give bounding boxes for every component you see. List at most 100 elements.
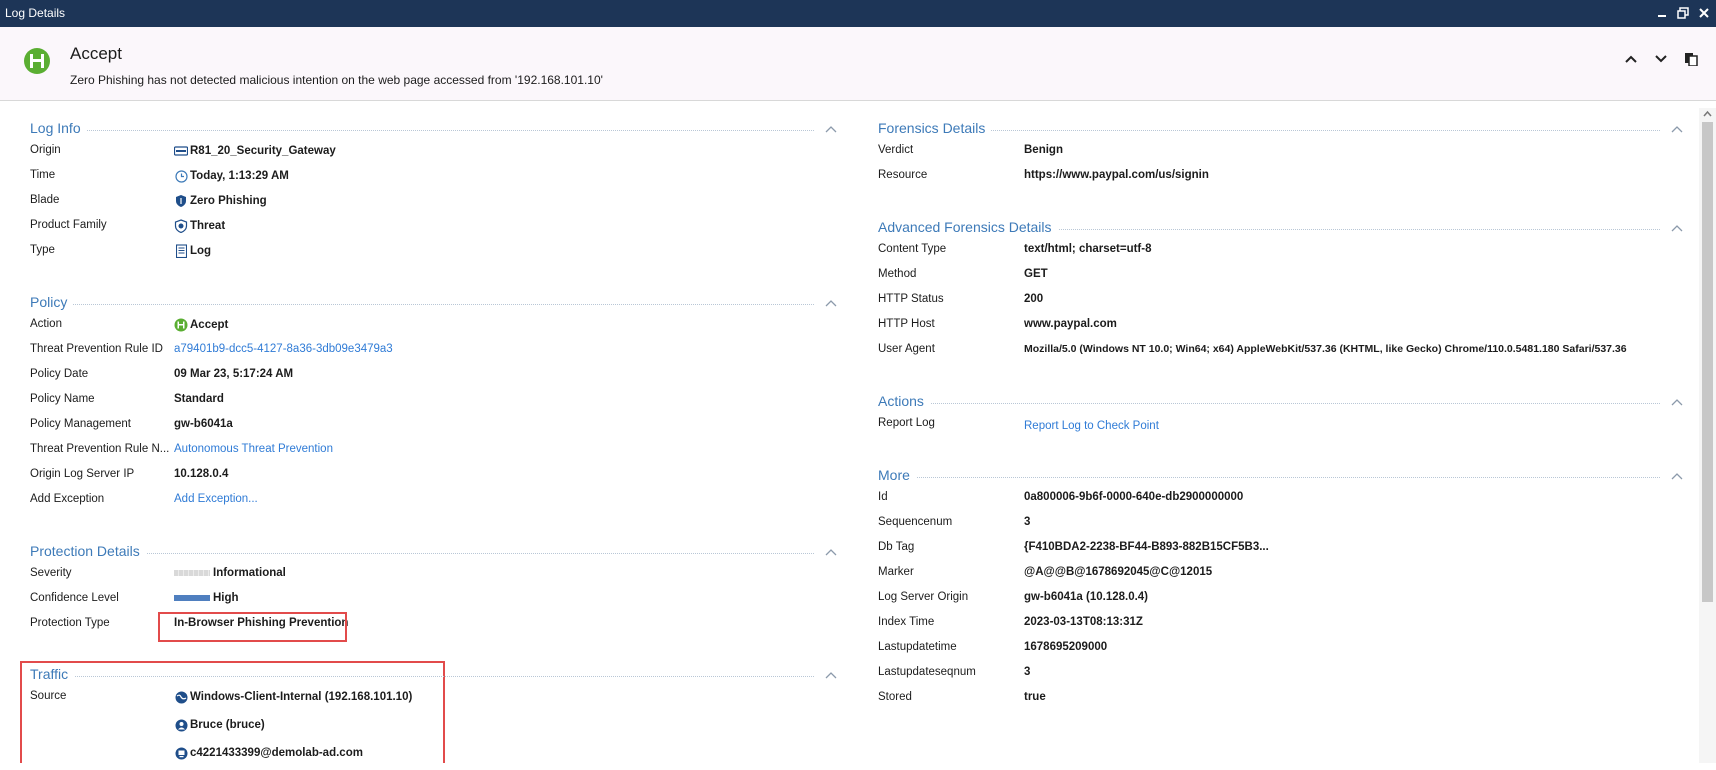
policy-section: Policy Action Accept Threat Prevention R…	[30, 294, 838, 514]
close-button[interactable]	[1694, 3, 1714, 23]
detail-row-policy-name: Policy Name Standard	[30, 393, 224, 405]
window-title: Log Details	[5, 6, 66, 20]
detail-row-lastupdateseqnum: Lastupdateseqnum 3	[878, 666, 1031, 678]
detail-row-id: Id 0a800006-9b6f-0000-640e-db2900000000	[878, 491, 1244, 503]
detail-row-rule-name: Threat Prevention Rule N... Autonomous T…	[30, 443, 333, 455]
chevron-down-icon	[1655, 55, 1667, 63]
copy-icon	[1685, 53, 1698, 66]
vertical-scrollbar[interactable]	[1699, 108, 1716, 763]
section-header: Policy	[30, 294, 838, 314]
restore-button[interactable]	[1673, 3, 1693, 23]
log-info-section: Log Info Origin R81_20_Security_Gateway …	[30, 120, 838, 265]
detail-row-rule-id: Threat Prevention Rule ID a79401b9-dcc5-…	[30, 343, 393, 355]
more-section: More Id 0a800006-9b6f-0000-640e-db290000…	[878, 467, 1684, 712]
next-log-button[interactable]	[1650, 48, 1672, 70]
detail-row-stored: Stored true	[878, 691, 1046, 703]
collapse-button[interactable]	[824, 668, 838, 682]
section-header: Advanced Forensics Details	[878, 219, 1684, 239]
confidence-bar	[174, 595, 210, 601]
action-title: Accept	[70, 44, 122, 63]
collapse-button[interactable]	[1670, 122, 1684, 136]
accept-icon	[174, 318, 188, 332]
advanced-forensics-section: Advanced Forensics Details Content Type …	[878, 219, 1684, 364]
section-header: Protection Details	[30, 543, 838, 563]
collapse-button[interactable]	[1670, 469, 1684, 483]
copy-button[interactable]	[1680, 48, 1702, 70]
detail-row-product-family: Product Family Threat	[30, 219, 226, 233]
report-log-link[interactable]: Report Log to Check Point	[1024, 420, 1159, 432]
detail-row-db-tag: Db Tag {F410BDA2-2238-BF44-B893-882B15CF…	[878, 541, 1269, 553]
detail-row-marker: Marker @A@@B@1678692045@C@12015	[878, 566, 1213, 578]
detail-row-origin: Origin R81_20_Security_Gateway	[30, 144, 336, 158]
collapse-button[interactable]	[824, 545, 838, 559]
minimize-button[interactable]	[1652, 3, 1672, 23]
action-description: Zero Phishing has not detected malicious…	[70, 73, 603, 87]
section-header: Log Info	[30, 120, 838, 140]
chevron-up-icon	[825, 126, 837, 133]
detail-row-http-status: HTTP Status 200	[878, 293, 1044, 305]
detail-row-blade: Blade Zero Phishing	[30, 194, 267, 208]
gateway-icon	[174, 144, 188, 158]
section-title: More	[878, 467, 916, 483]
chevron-up-icon	[825, 672, 837, 679]
collapse-button[interactable]	[1670, 395, 1684, 409]
detail-row-protection-type: Protection Type In-Browser Phishing Prev…	[30, 617, 349, 629]
actions-section: Actions Report Log Report Log to Check P…	[878, 393, 1684, 438]
detail-row-content-type: Content Type text/html; charset=utf-8	[878, 243, 1152, 255]
chevron-up-icon	[1671, 225, 1683, 232]
scrollbar-thumb[interactable]	[1702, 122, 1713, 602]
close-icon	[1699, 8, 1709, 18]
detail-row-log-server-origin: Log Server Origin gw-b6041a (10.128.0.4)	[878, 591, 1149, 603]
section-title: Traffic	[30, 666, 75, 682]
log-header: Accept Zero Phishing has not detected ma…	[0, 27, 1716, 101]
protection-details-section: Protection Details Severity Informationa…	[30, 543, 838, 638]
detail-row-sequencenum: Sequencenum 3	[878, 516, 1031, 528]
collapse-button[interactable]	[824, 296, 838, 310]
shield-icon	[174, 194, 188, 208]
detail-row-type: Type Log	[30, 244, 212, 258]
forensics-details-section: Forensics Details Verdict Benign Resourc…	[878, 120, 1684, 190]
rule-id-link[interactable]: a79401b9-dcc5-4127-8a36-3db09e3479a3	[174, 343, 393, 355]
detail-row-verdict: Verdict Benign	[878, 144, 1063, 156]
add-exception-link[interactable]: Add Exception...	[174, 493, 258, 505]
collapse-button[interactable]	[1670, 221, 1684, 235]
chevron-up-icon	[1671, 126, 1683, 133]
detail-row-policy-date: Policy Date 09 Mar 23, 5:17:24 AM	[30, 368, 294, 380]
clock-icon	[174, 169, 188, 183]
detail-row-resource: Resource https://www.paypal.com/us/signi…	[878, 169, 1209, 181]
detail-row-lastupdatetime: Lastupdatetime 1678695209000	[878, 641, 1108, 653]
document-icon	[174, 244, 188, 258]
detail-row-add-exception: Add Exception Add Exception...	[30, 493, 258, 505]
previous-log-button[interactable]	[1620, 48, 1642, 70]
chevron-up-icon	[825, 300, 837, 307]
section-title: Log Info	[30, 120, 87, 136]
section-title: Actions	[878, 393, 930, 409]
detail-row-origin-log-server-ip: Origin Log Server IP 10.128.0.4	[30, 468, 229, 480]
section-title: Policy	[30, 294, 74, 310]
detail-row-report-log: Report Log Report Log to Check Point	[878, 417, 1159, 432]
severity-bar	[174, 570, 210, 576]
detail-row-severity: Severity Informational	[30, 567, 286, 579]
section-header: More	[878, 467, 1684, 487]
detail-row-index-time: Index Time 2023-03-13T08:13:31Z	[878, 616, 1143, 628]
section-title: Protection Details	[30, 543, 146, 559]
detail-row-time: Time Today, 1:13:29 AM	[30, 169, 289, 183]
restore-icon	[1677, 7, 1689, 19]
rule-name-link[interactable]: Autonomous Threat Prevention	[174, 443, 333, 455]
detail-row-method: Method GET	[878, 268, 1048, 280]
minimize-icon	[1658, 15, 1666, 17]
section-header: Forensics Details	[878, 120, 1684, 140]
highlight-protection-type	[158, 612, 347, 642]
chevron-up-icon	[825, 549, 837, 556]
window-titlebar: Log Details	[0, 0, 1716, 27]
chevron-up-icon	[1671, 399, 1683, 406]
threat-icon	[174, 219, 188, 233]
detail-row-action: Action Accept	[30, 318, 229, 332]
accept-icon	[24, 48, 50, 74]
detail-row-policy-management: Policy Management gw-b6041a	[30, 418, 233, 430]
section-title: Forensics Details	[878, 120, 992, 136]
collapse-button[interactable]	[824, 122, 838, 136]
scroll-up-icon[interactable]	[1703, 110, 1712, 118]
chevron-up-icon	[1671, 473, 1683, 480]
section-header: Actions	[878, 393, 1684, 413]
